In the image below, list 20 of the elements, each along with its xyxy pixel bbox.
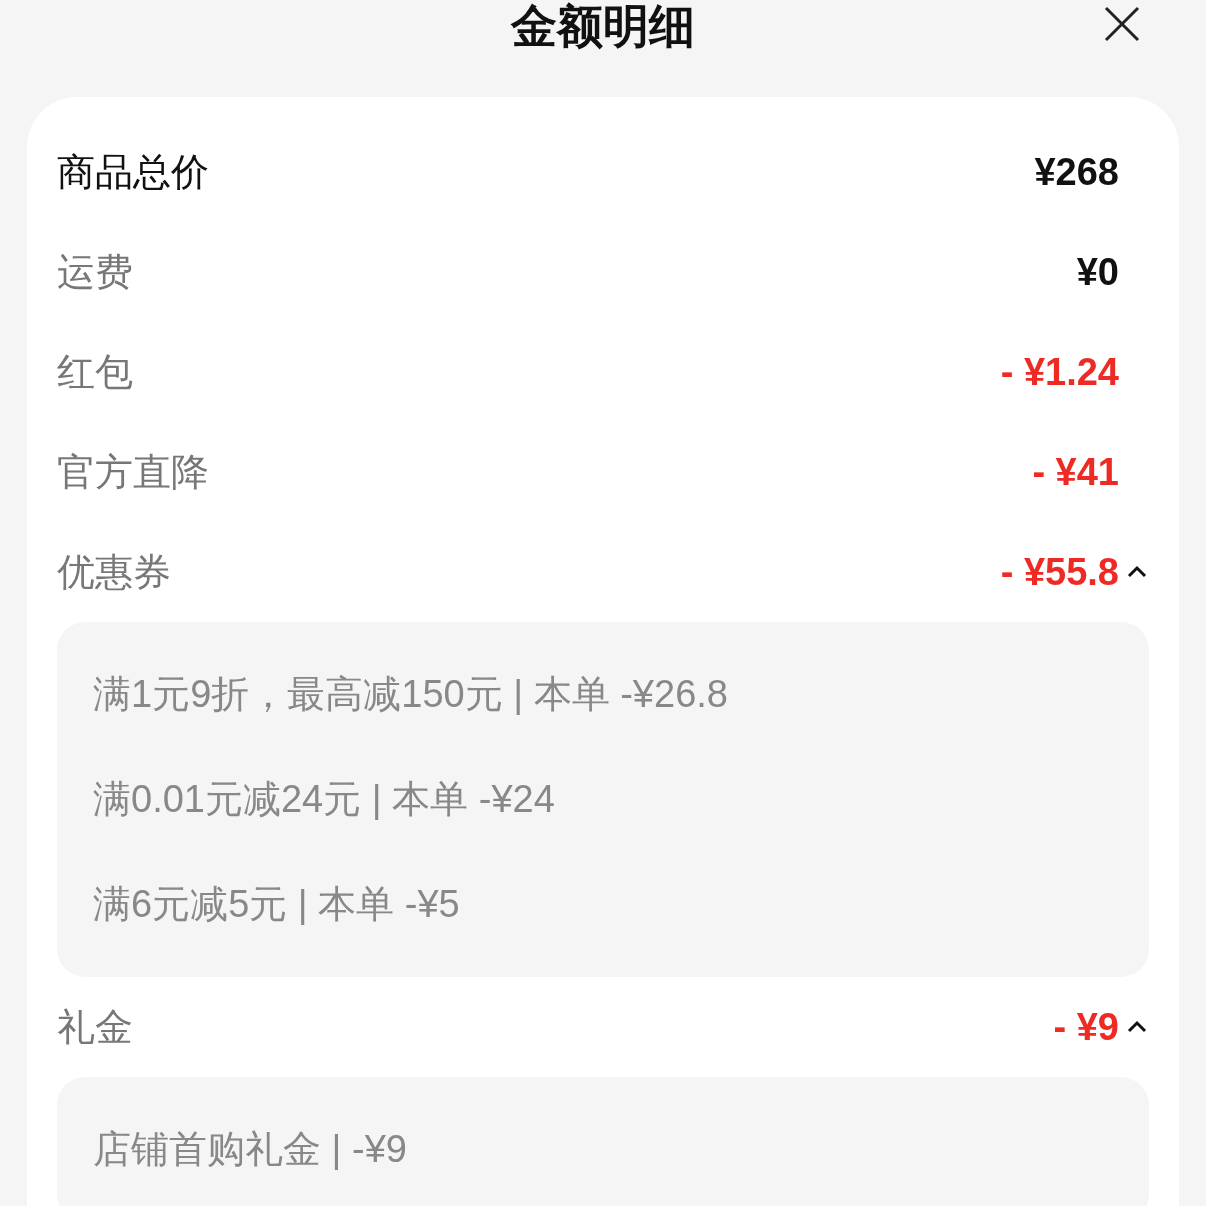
amount-value: - ¥1.24 [1000, 349, 1119, 395]
row-label: 红包 [57, 349, 133, 395]
detail-line: 店铺首购礼金 | -¥9 [93, 1127, 408, 1172]
close-icon[interactable] [1104, 6, 1140, 42]
row-label: 运费 [57, 249, 133, 295]
chevron-up-icon[interactable] [1125, 1019, 1149, 1035]
row-label: 官方直降 [57, 449, 209, 495]
amount-value: - ¥41 [1032, 449, 1119, 495]
detail-line: 满6元减5元 | 本单 -¥5 [93, 882, 461, 927]
amount-value: ¥268 [1034, 149, 1119, 195]
amount-value: ¥0 [1076, 249, 1119, 295]
detail-line: 满1元9折，最高减150元 | 本单 -¥26.8 [93, 672, 729, 717]
amount-value: - ¥9 [1053, 1004, 1119, 1050]
row-label: 礼金 [57, 1004, 133, 1050]
row-label: 优惠券 [57, 549, 171, 595]
detail-line: 满0.01元减24元 | 本单 -¥24 [93, 777, 556, 822]
chevron-up-icon[interactable] [1125, 564, 1149, 580]
amount-value: - ¥55.8 [1000, 549, 1119, 595]
row-label: 商品总价 [57, 149, 209, 195]
sheet-title: 金额明细 [511, 0, 695, 54]
